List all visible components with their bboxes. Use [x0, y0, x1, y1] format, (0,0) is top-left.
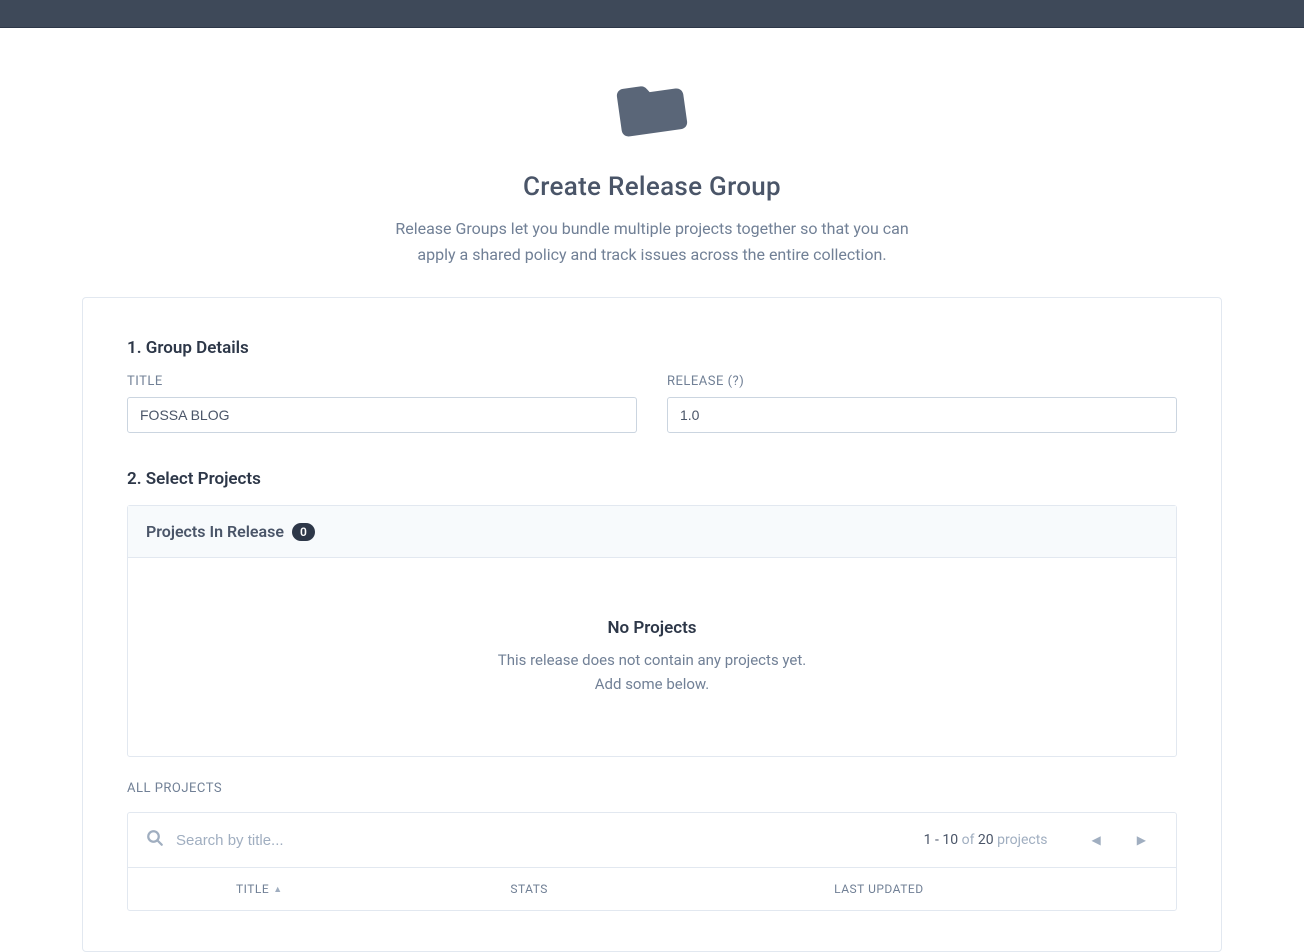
empty-title: No Projects — [148, 618, 1156, 638]
section-group-details-heading: 1. Group Details — [127, 338, 1177, 358]
main-card: 1. Group Details TITLE RELEASE (?) 2. Se… — [82, 297, 1222, 952]
column-last-updated[interactable]: LAST UPDATED — [834, 882, 1158, 896]
chevron-left-icon: ◀ — [1092, 833, 1101, 847]
projects-table-header: TITLE ▲ STATS LAST UPDATED — [128, 868, 1176, 910]
title-input[interactable] — [127, 397, 637, 433]
page-subtitle: Release Groups let you bundle multiple p… — [382, 216, 922, 267]
release-input[interactable] — [667, 397, 1177, 433]
sort-ascending-icon: ▲ — [273, 884, 282, 895]
projects-in-release-header: Projects In Release 0 — [128, 506, 1176, 558]
release-label: RELEASE (?) — [667, 374, 1177, 389]
group-details-form-row: TITLE RELEASE (?) — [127, 374, 1177, 433]
column-stats[interactable]: STATS — [510, 882, 834, 896]
pagination-prev-button[interactable]: ◀ — [1080, 829, 1113, 851]
all-projects-label: ALL PROJECTS — [127, 781, 1177, 796]
search-input[interactable] — [176, 832, 912, 849]
search-row: 1 - 10 of 20 projects ◀ ▶ — [128, 813, 1176, 868]
pagination-next-button[interactable]: ▶ — [1125, 829, 1158, 851]
page-title: Create Release Group — [20, 172, 1284, 202]
projects-in-release-box: Projects In Release 0 No Projects This r… — [127, 505, 1177, 757]
page-header: Create Release Group Release Groups let … — [0, 28, 1304, 297]
pagination-text: 1 - 10 of 20 projects — [924, 832, 1048, 848]
all-projects-box: 1 - 10 of 20 projects ◀ ▶ TITLE ▲ STATS … — [127, 812, 1177, 911]
column-title[interactable]: TITLE ▲ — [146, 882, 510, 896]
folder-icon — [613, 78, 691, 144]
search-icon — [146, 829, 164, 851]
projects-in-release-label: Projects In Release — [146, 522, 284, 541]
pagination-total: 20 — [978, 832, 994, 848]
top-nav-bar — [0, 0, 1304, 28]
chevron-right-icon: ▶ — [1137, 833, 1146, 847]
title-label: TITLE — [127, 374, 637, 389]
projects-empty-state: No Projects This release does not contai… — [128, 558, 1176, 756]
pagination-range: 1 - 10 — [924, 832, 958, 848]
section-select-projects-heading: 2. Select Projects — [127, 469, 1177, 489]
empty-text: This release does not contain any projec… — [492, 648, 812, 696]
projects-count-badge: 0 — [292, 523, 315, 541]
